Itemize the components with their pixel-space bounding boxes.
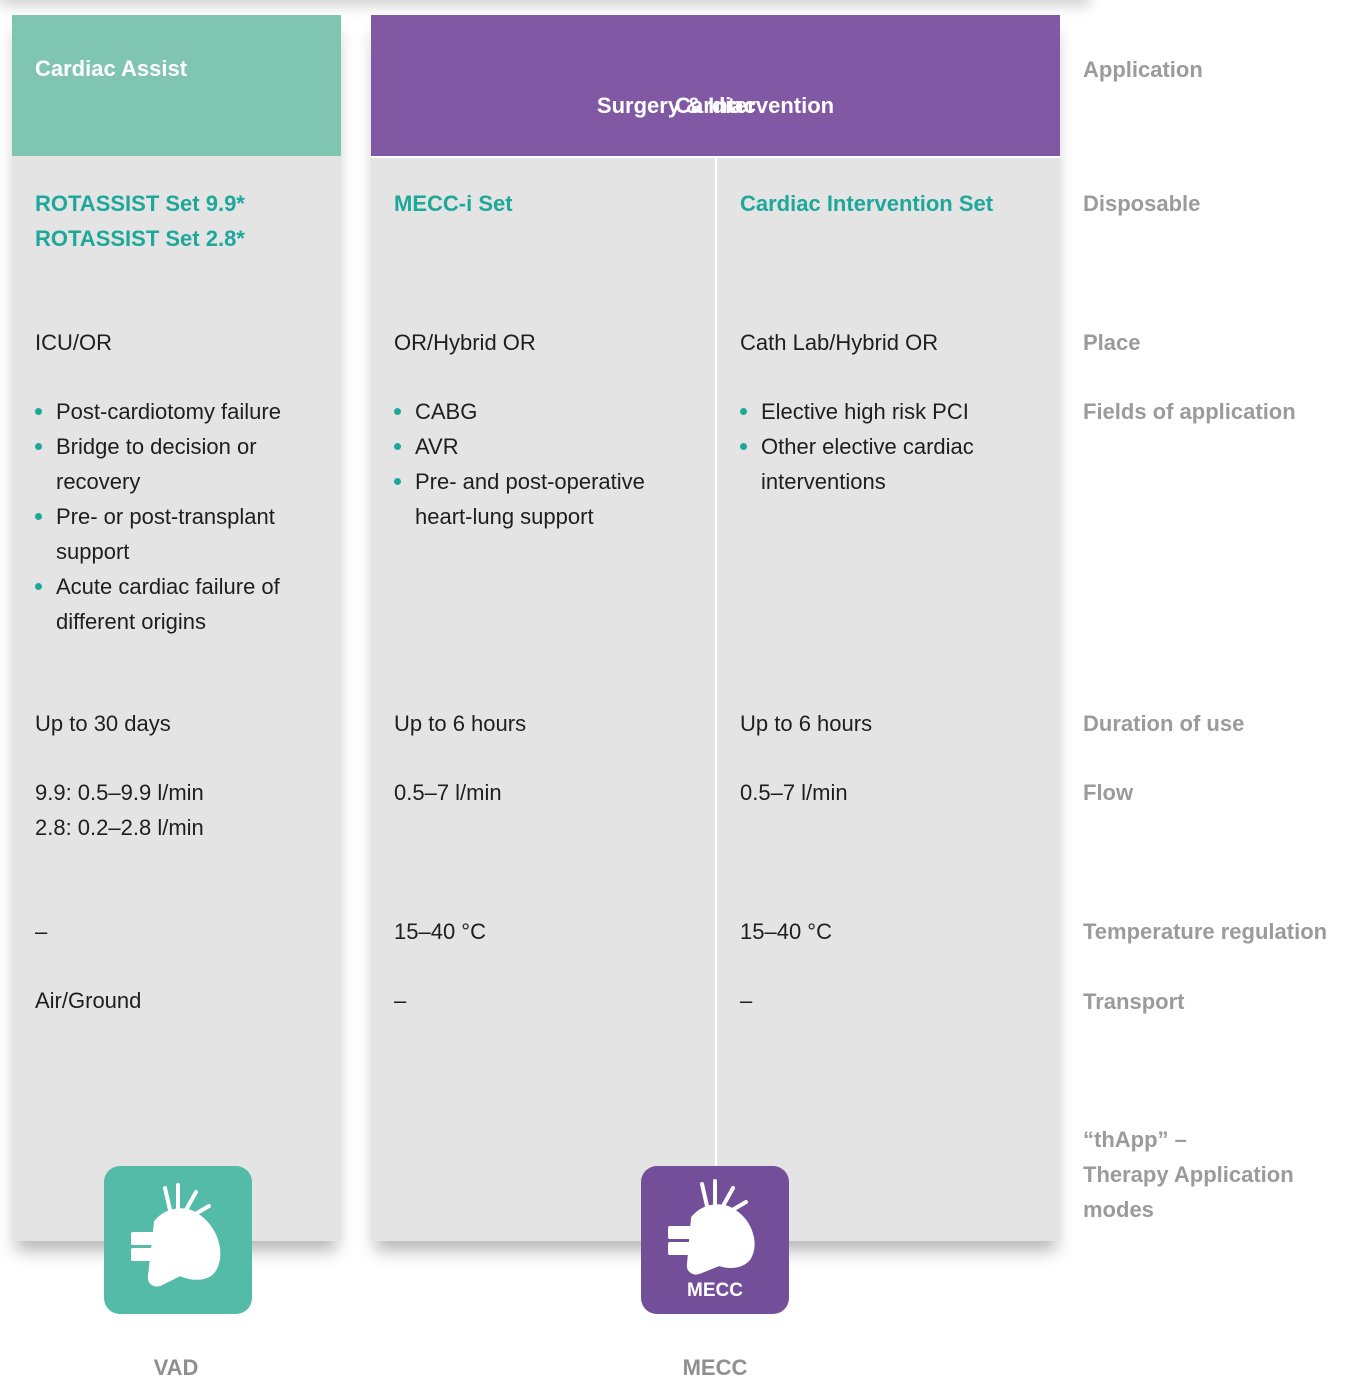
duration-cell: Up to 30 days <box>35 711 171 736</box>
transport-cell: Air/Ground <box>35 988 142 1013</box>
temperature-cell: – <box>35 919 48 944</box>
disposable-item: ROTASSIST Set 2.8* <box>35 226 245 251</box>
place-cell: Cath Lab/Hybrid OR <box>740 330 939 355</box>
flow-value: 9.9: 0.5–9.9 l/min <box>35 780 204 805</box>
application-title: Cardiac Assist <box>35 56 188 81</box>
field-item: Bridge to decision or recovery <box>35 429 266 499</box>
flow-cell: 9.9: 0.5–9.9 l/min 2.8: 0.2–2.8 l/min <box>35 775 204 845</box>
fields-list: CABG AVR Pre- and post-operative heart-l… <box>394 394 694 534</box>
fields-list: Post-cardiotomy failure Bridge to decisi… <box>35 394 325 639</box>
field-item: Pre- and post-operative heart-lung suppo… <box>394 464 685 534</box>
duration-cell: Up to 6 hours <box>394 711 527 736</box>
field-item: Elective high risk PCI <box>740 394 1040 429</box>
cardiac-surgery-header: Cardiac Surgery & Intervention <box>371 15 1060 156</box>
duration-cell: Up to 6 hours <box>740 711 873 736</box>
disposable-cell: ROTASSIST Set 9.9* ROTASSIST Set 2.8* <box>35 186 245 256</box>
mode-label-vad: VAD <box>153 1355 199 1380</box>
heart-icon <box>131 1183 221 1287</box>
temperature-cell: 15–40 °C <box>394 919 486 944</box>
field-item: CABG <box>394 394 694 429</box>
cardiac-assist-column: Cardiac Assist ROTASSIST Set 9.9* ROTASS… <box>12 15 341 1241</box>
mecc-app-icon: MECC <box>641 1166 789 1314</box>
mode-label-mecc: MECC <box>682 1355 748 1380</box>
column-divider <box>715 158 717 1241</box>
place-cell: OR/Hybrid OR <box>394 330 536 355</box>
disposable-cell: Cardiac Intervention Set <box>740 191 994 216</box>
temperature-cell: 15–40 °C <box>740 919 832 944</box>
row-label-transport: Transport <box>1083 989 1185 1014</box>
field-item: Other elective cardiac interventions <box>740 429 1001 499</box>
row-label-duration: Duration of use <box>1083 711 1245 736</box>
transport-cell: – <box>394 988 407 1013</box>
field-item: Post-cardiotomy failure <box>35 394 325 429</box>
header-line: Surgery & Intervention <box>596 93 835 118</box>
field-item: AVR <box>394 429 694 464</box>
row-label-disposable: Disposable <box>1083 191 1201 216</box>
disposable-cell: MECC-i Set <box>394 191 513 216</box>
row-label-temperature: Temperature regulation <box>1083 919 1328 944</box>
transport-cell: – <box>740 988 753 1013</box>
row-label-place: Place <box>1083 330 1141 355</box>
vad-app-icon <box>104 1166 252 1314</box>
row-label-application: Application <box>1083 57 1203 82</box>
field-item: Acute cardiac failure of different origi… <box>35 569 281 639</box>
cardiac-assist-header: Cardiac Assist <box>12 15 341 156</box>
place-cell: ICU/OR <box>35 330 112 355</box>
row-label-flow: Flow <box>1083 780 1134 805</box>
fields-list: Elective high risk PCI Other elective ca… <box>740 394 1040 499</box>
mecc-icon-text: MECC <box>687 1280 743 1301</box>
flow-cell: 0.5–7 l/min <box>394 780 502 805</box>
thapp-line: Therapy Application <box>1083 1162 1294 1187</box>
cardiac-surgery-column: Cardiac Surgery & Intervention MECC-i Se… <box>371 15 1060 1241</box>
flow-value: 2.8: 0.2–2.8 l/min <box>35 815 204 840</box>
disposable-item: ROTASSIST Set 9.9* <box>35 191 245 216</box>
flow-cell: 0.5–7 l/min <box>740 780 848 805</box>
thapp-line: modes <box>1083 1197 1154 1222</box>
row-label-fields: Fields of application <box>1083 399 1296 424</box>
field-item: Pre- or post-transplant support <box>35 499 321 569</box>
thapp-line: “thApp” – <box>1083 1127 1187 1152</box>
row-label-thapp: “thApp” – Therapy Application modes <box>1083 1122 1294 1227</box>
